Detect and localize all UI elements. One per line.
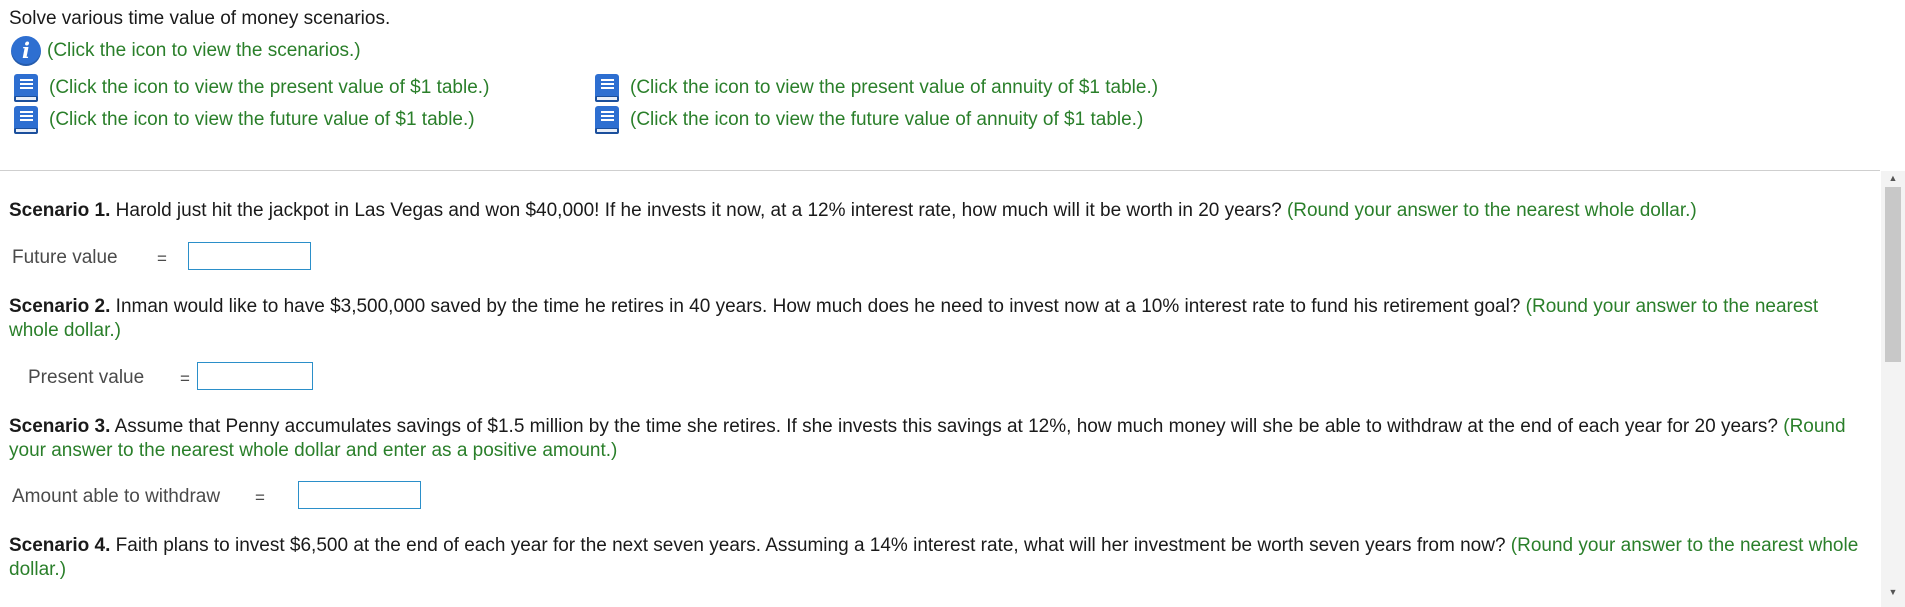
fv-table-link[interactable]: (Click the icon to view the future value… (11, 104, 475, 136)
scenario-body: Harold just hit the jackpot in Las Vegas… (110, 200, 1287, 221)
info-icon[interactable]: i (11, 36, 41, 66)
scroll-down-arrow-icon[interactable]: ▼ (1881, 585, 1905, 599)
fva-table-link[interactable]: (Click the icon to view the future value… (592, 104, 1143, 136)
scenario-label: Scenario 2. (9, 296, 111, 317)
scenario-label: Scenario 3. (9, 416, 111, 437)
book-icon[interactable] (11, 104, 41, 136)
future-value-label: Future value (12, 247, 118, 268)
scenarios-link-label[interactable]: (Click the icon to view the scenarios.) (47, 40, 361, 62)
fva-table-link-label[interactable]: (Click the icon to view the future value… (630, 109, 1143, 131)
pv-table-link[interactable]: (Click the icon to view the present valu… (11, 72, 489, 104)
scenario-body: Inman would like to have $3,500,000 save… (110, 296, 1526, 317)
scroll-up-arrow-icon[interactable]: ▲ (1881, 171, 1905, 185)
present-value-input[interactable] (197, 362, 313, 390)
pva-table-link-label[interactable]: (Click the icon to view the present valu… (630, 77, 1158, 99)
vertical-scrollbar[interactable]: ▲ ▼ (1881, 171, 1905, 607)
page-title: Solve various time value of money scenar… (9, 8, 391, 29)
scenario-3-text: Scenario 3. Assume that Penny accumulate… (9, 415, 1864, 463)
instructions-panel: Solve various time value of money scenar… (0, 0, 1905, 170)
book-icon[interactable] (592, 72, 622, 104)
book-icon[interactable] (592, 104, 622, 136)
scenarios-info-link[interactable]: i (Click the icon to view the scenarios.… (11, 36, 361, 66)
scenario-body: Assume that Penny accumulates savings of… (110, 416, 1784, 437)
question-area: Scenario 1. Harold just hit the jackpot … (0, 171, 1880, 607)
scenario-label: Scenario 4. (9, 535, 111, 556)
equals-sign: = (180, 369, 190, 388)
scenario-2-text: Scenario 2. Inman would like to have $3,… (9, 295, 1864, 343)
equals-sign: = (157, 249, 167, 268)
scenario-4-text: Scenario 4. Faith plans to invest $6,500… (9, 534, 1864, 582)
amount-withdraw-input[interactable] (298, 481, 421, 509)
future-value-input[interactable] (188, 242, 311, 270)
pva-table-link[interactable]: (Click the icon to view the present valu… (592, 72, 1158, 104)
scrollbar-thumb[interactable] (1885, 187, 1901, 362)
scenario-hint: (Round your answer to the nearest whole … (1286, 200, 1697, 221)
scenario-label: Scenario 1. (9, 200, 111, 221)
pv-table-link-label[interactable]: (Click the icon to view the present valu… (49, 77, 489, 99)
book-icon[interactable] (11, 72, 41, 104)
scenario-body: Faith plans to invest $6,500 at the end … (110, 535, 1511, 556)
present-value-label: Present value (28, 367, 145, 388)
amount-withdraw-label: Amount able to withdraw (12, 486, 221, 507)
equals-sign: = (255, 488, 265, 507)
fv-table-link-label[interactable]: (Click the icon to view the future value… (49, 109, 475, 131)
scenario-1-text: Scenario 1. Harold just hit the jackpot … (9, 199, 1864, 223)
